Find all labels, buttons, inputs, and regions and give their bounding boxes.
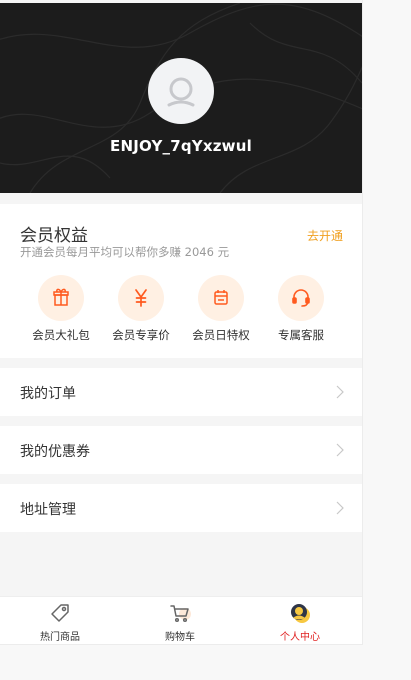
avatar[interactable]	[148, 58, 214, 124]
username: ENJOY_7qYxzwul	[110, 137, 252, 155]
vip-card: 会员权益 开通会员每月平均可以帮你多赚 2046 元 去开通 会员大礼包 会员专…	[0, 204, 362, 358]
perk-label: 会员日特权	[192, 328, 250, 342]
vip-title: 会员权益	[20, 226, 88, 246]
open-membership-link[interactable]: 去开通	[307, 227, 343, 244]
chevron-right-icon	[336, 501, 344, 515]
perk-label: 专属客服	[278, 328, 324, 342]
perk-icon-circle	[118, 275, 164, 321]
perk-member-day[interactable]: 会员日特权	[181, 275, 261, 343]
perk-gift-pack[interactable]: 会员大礼包	[21, 275, 101, 343]
tab-label: 个人中心	[280, 632, 320, 643]
tab-cart[interactable]: 购物车	[120, 597, 240, 644]
perk-icon-circle	[278, 275, 324, 321]
tab-hot-products[interactable]: 热门商品	[0, 597, 120, 644]
bottom-tab-bar: 热门商品 购物车 个人中心	[0, 596, 362, 644]
menu-item-label: 我的优惠券	[20, 444, 90, 460]
perk-icon-circle	[198, 275, 244, 321]
tab-profile[interactable]: 个人中心	[240, 597, 360, 644]
menu-item-orders[interactable]: 我的订单	[0, 368, 362, 416]
tab-label: 热门商品	[40, 632, 80, 643]
perk-icon-circle	[38, 275, 84, 321]
gift-icon	[53, 288, 69, 306]
yen-icon	[135, 289, 147, 307]
menu-item-addresses[interactable]: 地址管理	[0, 484, 362, 532]
vip-subtitle: 开通会员每月平均可以帮你多赚 2046 元	[20, 245, 230, 259]
menu-item-label: 地址管理	[20, 502, 76, 518]
profile-header: ENJOY_7qYxzwul	[0, 3, 362, 193]
app-screen: ENJOY_7qYxzwul 会员权益 开通会员每月平均可以帮你多赚 2046 …	[0, 0, 363, 645]
perk-customer-service[interactable]: 专属客服	[261, 275, 341, 343]
menu-item-label: 我的订单	[20, 386, 76, 402]
calendar-icon	[214, 290, 228, 305]
menu-item-coupons[interactable]: 我的优惠券	[0, 426, 362, 474]
perk-label: 会员专享价	[112, 328, 170, 342]
tab-label: 购物车	[165, 632, 195, 643]
cart-icon	[170, 605, 191, 623]
chevron-right-icon	[336, 385, 344, 399]
perk-label: 会员大礼包	[32, 328, 90, 342]
tag-icon	[51, 604, 69, 622]
chevron-right-icon	[336, 443, 344, 457]
perk-exclusive-price[interactable]: 会员专享价	[101, 275, 181, 343]
profile-icon	[291, 604, 310, 623]
headset-icon	[292, 289, 310, 307]
default-avatar-icon	[167, 77, 195, 107]
